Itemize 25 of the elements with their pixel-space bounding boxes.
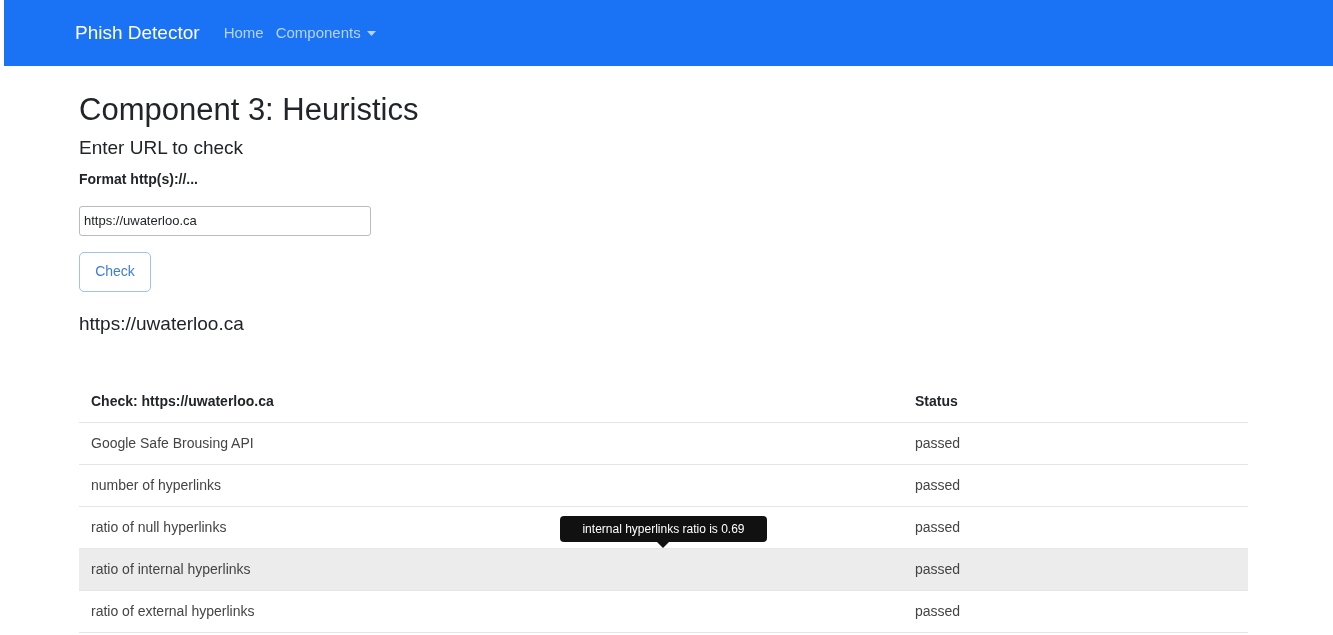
url-input-field[interactable]: https://uwaterloo.ca xyxy=(79,205,371,236)
result-url: https://uwaterloo.ca xyxy=(79,311,245,336)
page-title: Component 3: Heuristics xyxy=(79,92,420,128)
table-row[interactable]: Google Safe Brousing API passed xyxy=(79,422,1248,464)
table-row[interactable]: number of hyperlinks passed xyxy=(79,464,1248,506)
table-cell: ratio of external hyperlinks xyxy=(91,602,255,619)
caret-icon xyxy=(366,30,376,36)
tooltip-pointer xyxy=(657,541,669,548)
table-cell: ratio of null hyperlinks xyxy=(91,518,227,535)
table-cell: ratio of internal hyperlinks xyxy=(91,560,251,577)
status-cell: passed xyxy=(915,560,961,577)
status-cell: passed xyxy=(915,602,961,619)
check-button[interactable]: Check xyxy=(79,251,151,292)
table-cell: number of hyperlinks xyxy=(91,476,221,493)
status-cell: passed xyxy=(915,518,961,535)
column-header: Status xyxy=(903,382,1248,422)
table-cell: Google Safe Brousing API xyxy=(91,434,254,451)
section-heading: Enter URL to check xyxy=(79,136,245,160)
column-header: Check: https://uwaterloo.ca xyxy=(79,382,903,422)
format-label: Format http(s)://... xyxy=(79,169,199,189)
status-cell: passed xyxy=(915,434,961,451)
brand-link[interactable]: Phish Detector xyxy=(75,18,200,48)
status-cell: passed xyxy=(915,476,961,493)
table-row[interactable]: ratio of external hyperlinks passed xyxy=(79,590,1248,632)
tooltip: internal hyperlinks ratio is 0.69 xyxy=(560,515,767,542)
